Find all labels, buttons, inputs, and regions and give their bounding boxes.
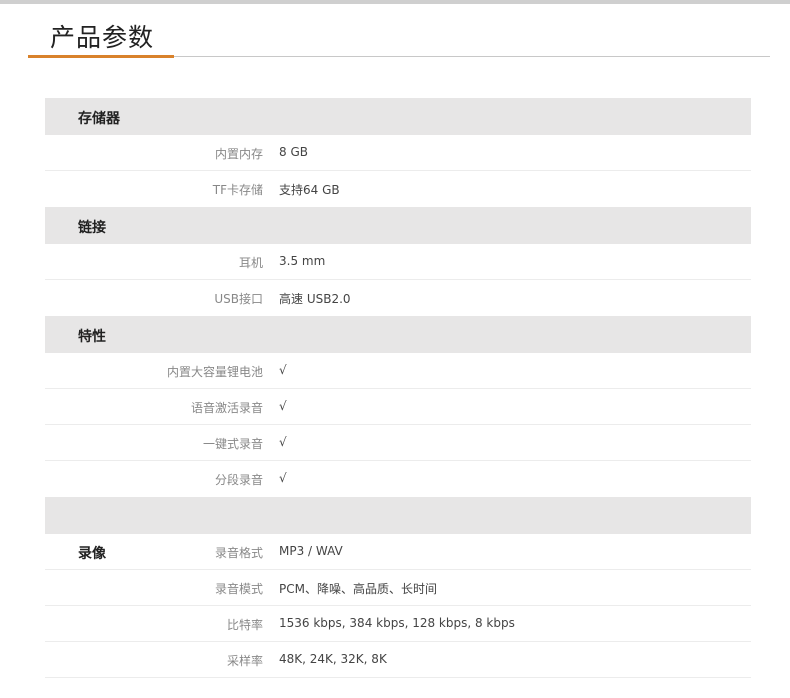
spec-value: √ xyxy=(279,363,287,377)
top-divider-bar xyxy=(0,0,790,4)
spec-key: TF卡存储 xyxy=(212,183,263,197)
spec-value: 高速 USB2.0 xyxy=(279,292,351,306)
spec-key: 录音模式 xyxy=(214,582,263,596)
spec-row: 录音模式 PCM、降噪、高品质、长时间 xyxy=(45,570,751,606)
section-label-recording: 录像 xyxy=(78,546,106,562)
spec-value: √ xyxy=(279,471,287,485)
spec-key: 内置大容量锂电池 xyxy=(166,365,263,379)
spec-row: 录像 录音格式 MP3 / WAV xyxy=(45,534,751,570)
spec-row: TF卡存储 支持64 GB xyxy=(45,171,751,207)
spec-row: USB接口 高速 USB2.0 xyxy=(45,280,751,316)
spec-table: 存储器 内置内存 8 GB TF卡存储 支持64 GB 链接 耳机 3.5 mm… xyxy=(45,98,751,678)
spec-key: 一键式录音 xyxy=(202,437,263,451)
spec-row: 比特率 1536 kbps, 384 kbps, 128 kbps, 8 kbp… xyxy=(45,606,751,642)
section-header-storage: 存储器 xyxy=(45,98,751,135)
spec-key: 分段录音 xyxy=(214,473,263,487)
spec-key: 采样率 xyxy=(226,654,263,668)
spec-row: 采样率 48K, 24K, 32K, 8K xyxy=(45,642,751,678)
spec-value: PCM、降噪、高品质、长时间 xyxy=(279,582,437,596)
spec-value: MP3 / WAV xyxy=(279,544,343,558)
spec-value: √ xyxy=(279,435,287,449)
spec-row: 一键式录音 √ xyxy=(45,425,751,461)
spec-row: 语音激活录音 √ xyxy=(45,389,751,425)
section-title-connectivity: 链接 xyxy=(78,220,106,236)
section-header-connectivity: 链接 xyxy=(45,207,751,244)
spec-key: 耳机 xyxy=(238,256,263,270)
spec-row: 耳机 3.5 mm xyxy=(45,244,751,280)
spec-value: 1536 kbps, 384 kbps, 128 kbps, 8 kbps xyxy=(279,616,515,630)
spec-key: 录音格式 xyxy=(214,546,263,560)
spec-key: 内置内存 xyxy=(214,147,263,161)
spec-value: 48K, 24K, 32K, 8K xyxy=(279,652,387,666)
spec-key: USB接口 xyxy=(214,292,263,306)
spec-value: 8 GB xyxy=(279,145,308,159)
spec-value: 3.5 mm xyxy=(279,254,326,268)
header-accent-bar xyxy=(28,55,174,58)
page-header: 产品参数 xyxy=(28,14,770,59)
spec-value: √ xyxy=(279,399,287,413)
section-title-storage: 存储器 xyxy=(78,111,120,127)
spec-key: 比特率 xyxy=(226,618,263,632)
spec-row: 内置大容量锂电池 √ xyxy=(45,353,751,389)
spec-key: 语音激活录音 xyxy=(190,401,263,415)
spec-value: 支持64 GB xyxy=(279,183,340,197)
spec-row: 内置内存 8 GB xyxy=(45,135,751,171)
page-title: 产品参数 xyxy=(50,23,155,52)
section-header-features: 特性 xyxy=(45,316,751,353)
section-header-recording xyxy=(45,497,751,534)
section-title-features: 特性 xyxy=(78,329,106,345)
spec-row: 分段录音 √ xyxy=(45,461,751,497)
